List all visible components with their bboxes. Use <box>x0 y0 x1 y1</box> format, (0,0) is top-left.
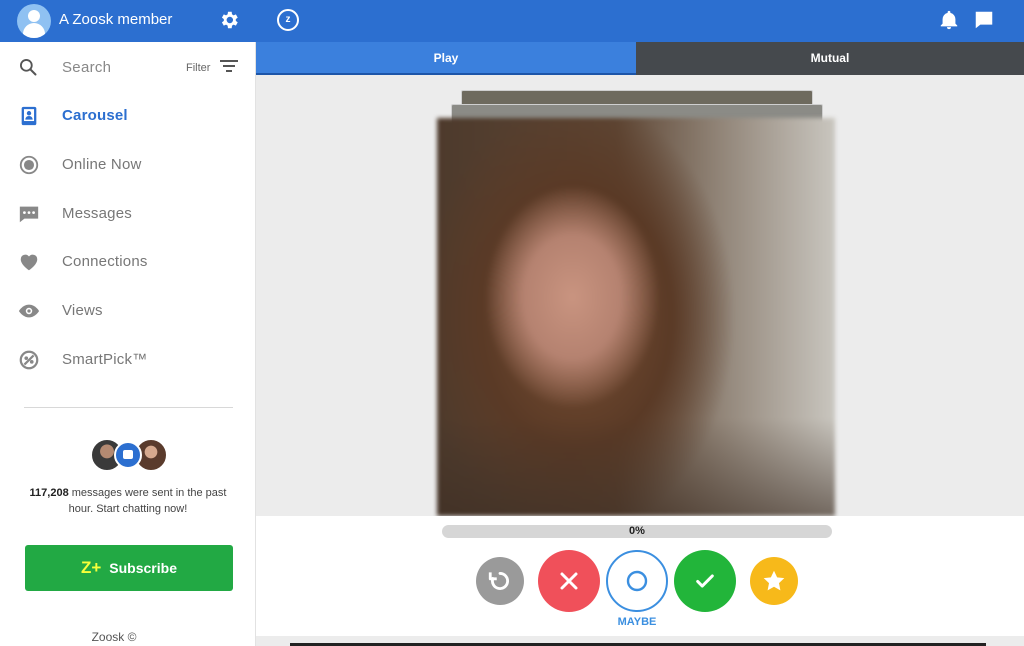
sidebar: Search Filter Carousel Online Now Messag… <box>0 42 256 646</box>
avatar-icon[interactable] <box>17 4 51 38</box>
subscribe-label: Subscribe <box>109 560 177 576</box>
filter-label[interactable]: Filter <box>186 62 210 74</box>
promo-message: messages were sent in the past hour. Sta… <box>68 487 227 515</box>
favorite-button[interactable] <box>750 557 798 605</box>
no-button[interactable] <box>538 550 600 612</box>
search-icon[interactable] <box>18 57 38 77</box>
sidebar-item-online-now[interactable]: Online Now <box>0 142 256 188</box>
search-label[interactable]: Search <box>62 59 111 76</box>
sidebar-item-label: Messages <box>62 205 132 222</box>
carousel-main: Play Mutual 0% MAYBE <box>256 42 1024 646</box>
sidebar-item-label: Views <box>62 302 103 319</box>
undo-button[interactable] <box>476 557 524 605</box>
sidebar-item-label: Carousel <box>62 107 128 124</box>
undo-icon <box>488 572 509 590</box>
zoosk-plus-icon: Z+ <box>80 558 102 577</box>
circle-icon <box>626 570 648 592</box>
chat-icon[interactable] <box>973 9 995 31</box>
sidebar-item-messages[interactable]: Messages <box>0 191 256 237</box>
search-row[interactable]: Search Filter <box>0 42 256 92</box>
promo-count: 117,208 <box>29 487 69 499</box>
sidebar-item-connections[interactable]: Connections <box>0 239 256 285</box>
promo-avatars <box>90 438 170 474</box>
tab-play[interactable]: Play <box>256 42 636 75</box>
promo-text: 117,208 messages were sent in the past h… <box>20 485 236 517</box>
maybe-button[interactable] <box>606 550 668 612</box>
footer-copyright: Zoosk © <box>91 630 137 644</box>
carousel-icon <box>21 106 37 126</box>
progress-text: 0% <box>629 525 645 537</box>
smartpick-icon <box>19 350 39 370</box>
gear-icon[interactable] <box>218 9 240 31</box>
sidebar-item-carousel[interactable]: Carousel <box>0 93 256 139</box>
yes-button[interactable] <box>674 550 736 612</box>
eye-icon <box>18 304 40 318</box>
sidebar-item-label: Connections <box>62 253 148 270</box>
progress-bar: 0% <box>442 525 832 538</box>
check-icon <box>696 574 714 588</box>
messages-icon <box>19 206 39 223</box>
top-bar: A Zoosk member z <box>0 0 1024 42</box>
star-icon <box>763 570 785 591</box>
heart-icon <box>20 254 38 271</box>
avatar-shoulders <box>23 23 45 38</box>
bell-icon[interactable] <box>938 9 960 31</box>
sidebar-item-views[interactable]: Views <box>0 288 256 334</box>
sidebar-item-smartpick[interactable]: SmartPick™ <box>0 337 256 383</box>
filter-icon[interactable] <box>220 59 238 73</box>
online-now-icon <box>19 155 39 175</box>
maybe-label: MAYBE <box>617 616 657 628</box>
tab-mutual[interactable]: Mutual <box>636 42 1024 75</box>
sidebar-item-label: Online Now <box>62 156 142 173</box>
username[interactable]: A Zoosk member <box>59 11 172 28</box>
zoosk-logo-icon[interactable]: z <box>277 9 299 31</box>
subscribe-button[interactable]: Z+ Subscribe <box>25 545 233 591</box>
carousel-controls: 0% MAYBE <box>256 516 1024 636</box>
sidebar-divider <box>24 407 233 408</box>
sidebar-item-label: SmartPick™ <box>62 351 148 368</box>
avatar-head <box>28 10 40 22</box>
profile-photo[interactable] <box>437 118 835 516</box>
photo-shade <box>437 418 835 516</box>
close-icon <box>560 572 578 590</box>
message-bubble-icon <box>114 441 142 469</box>
